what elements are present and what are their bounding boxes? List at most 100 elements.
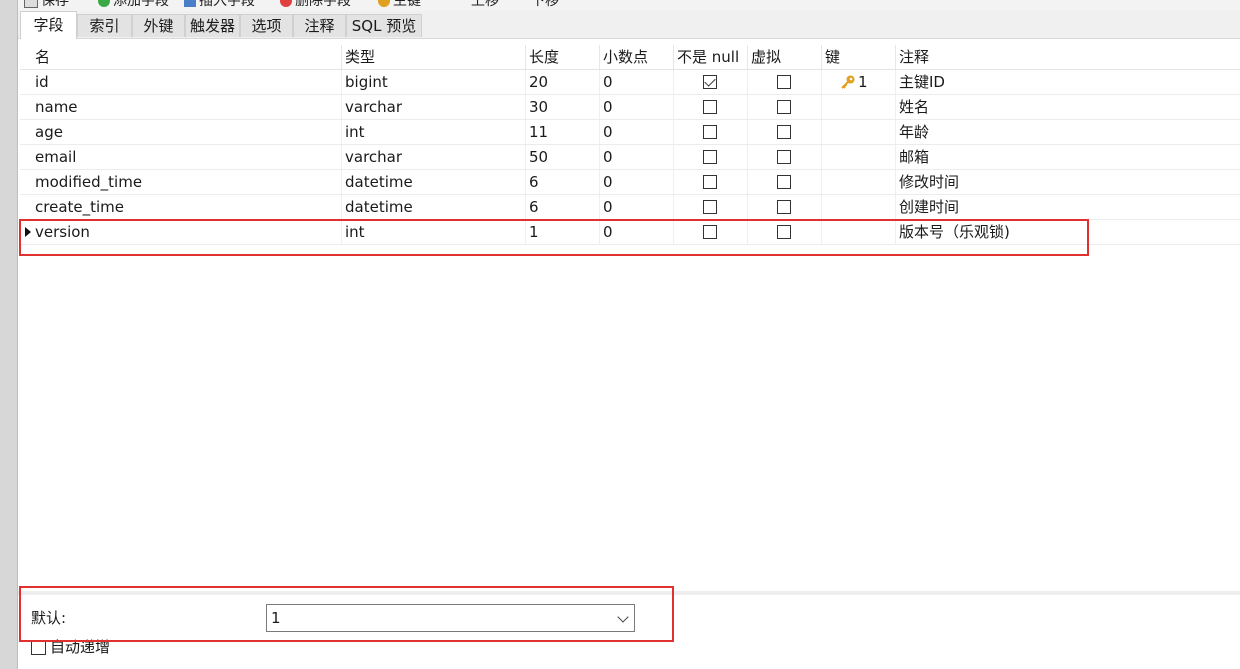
not-null-checkbox[interactable] <box>703 125 717 139</box>
cell-decimals[interactable]: 0 <box>600 220 674 244</box>
cell-key[interactable] <box>822 170 896 194</box>
tab-fields[interactable]: 字段 <box>20 11 77 39</box>
move-down-button[interactable]: 下移 <box>516 0 559 11</box>
cell-comment[interactable]: 年龄 <box>896 120 1240 144</box>
table-row[interactable]: version int 1 0 版本号（乐观锁) <box>20 220 1240 245</box>
cell-comment[interactable]: 姓名 <box>896 95 1240 119</box>
cell-type[interactable]: int <box>342 220 526 244</box>
cell-decimals[interactable]: 0 <box>600 95 674 119</box>
not-null-checkbox[interactable] <box>703 200 717 214</box>
cell-name[interactable]: age <box>32 120 342 144</box>
cell-length[interactable]: 6 <box>526 170 600 194</box>
table-row[interactable]: email varchar 50 0 邮箱 <box>20 145 1240 170</box>
cell-decimals[interactable]: 0 <box>600 70 674 94</box>
cell-length[interactable]: 20 <box>526 70 600 94</box>
cell-name[interactable]: email <box>32 145 342 169</box>
virtual-checkbox[interactable] <box>777 150 791 164</box>
key-icon <box>841 75 855 89</box>
column-header-virtual[interactable]: 虚拟 <box>748 45 822 69</box>
virtual-checkbox[interactable] <box>777 100 791 114</box>
tab-triggers[interactable]: 触发器 <box>185 14 240 37</box>
table-row[interactable]: age int 11 0 年龄 <box>20 120 1240 145</box>
table-row[interactable]: create_time datetime 6 0 创建时间 <box>20 195 1240 220</box>
cell-virtual <box>748 145 822 169</box>
table-row[interactable]: modified_time datetime 6 0 修改时间 <box>20 170 1240 195</box>
tab-options[interactable]: 选项 <box>240 14 293 37</box>
cell-virtual <box>748 120 822 144</box>
cell-length[interactable]: 11 <box>526 120 600 144</box>
cell-type[interactable]: bigint <box>342 70 526 94</box>
cell-type[interactable]: datetime <box>342 195 526 219</box>
cell-name[interactable]: name <box>32 95 342 119</box>
move-up-button[interactable]: 上移 <box>456 0 499 11</box>
cell-type[interactable]: varchar <box>342 95 526 119</box>
not-null-checkbox[interactable] <box>703 150 717 164</box>
delete-field-button[interactable]: 删除字段 <box>280 0 351 11</box>
tab-indexes[interactable]: 索引 <box>77 14 132 37</box>
column-header-not-null[interactable]: 不是 null <box>674 45 748 69</box>
cell-virtual <box>748 170 822 194</box>
cell-name[interactable]: version <box>32 220 342 244</box>
cell-type[interactable]: int <box>342 120 526 144</box>
chevron-down-icon[interactable] <box>617 611 629 623</box>
cell-comment[interactable]: 版本号（乐观锁) <box>896 220 1240 244</box>
save-button[interactable]: 保存 <box>24 0 69 11</box>
cell-comment[interactable]: 创建时间 <box>896 195 1240 219</box>
table-row[interactable]: id bigint 20 0 1 主键ID <box>20 70 1240 95</box>
column-header-type[interactable]: 类型 <box>342 45 526 69</box>
tab-foreign-keys[interactable]: 外键 <box>132 14 185 37</box>
virtual-checkbox[interactable] <box>777 125 791 139</box>
column-header-key[interactable]: 键 <box>822 45 896 69</box>
cell-name[interactable]: id <box>32 70 342 94</box>
cell-key[interactable] <box>822 95 896 119</box>
primary-key-button[interactable]: 主键 <box>378 0 421 11</box>
cell-not-null <box>674 95 748 119</box>
cell-not-null <box>674 120 748 144</box>
cell-length[interactable]: 6 <box>526 195 600 219</box>
column-header-comment[interactable]: 注释 <box>896 45 1240 69</box>
cell-key[interactable] <box>822 120 896 144</box>
column-header-name[interactable]: 名 <box>32 45 342 69</box>
cell-decimals[interactable]: 0 <box>600 145 674 169</box>
virtual-checkbox[interactable] <box>777 200 791 214</box>
cell-length[interactable]: 50 <box>526 145 600 169</box>
cell-decimals[interactable]: 0 <box>600 195 674 219</box>
cell-length[interactable]: 1 <box>526 220 600 244</box>
column-header-length[interactable]: 长度 <box>526 45 600 69</box>
default-value-dropdown[interactable]: 1 <box>266 604 635 632</box>
arrow-up-icon <box>456 0 468 7</box>
cell-name[interactable]: modified_time <box>32 170 342 194</box>
virtual-checkbox[interactable] <box>777 175 791 189</box>
cell-comment[interactable]: 修改时间 <box>896 170 1240 194</box>
virtual-checkbox[interactable] <box>777 75 791 89</box>
not-null-checkbox[interactable] <box>703 75 717 89</box>
auto-increment-option[interactable]: 自动递增 <box>31 637 110 657</box>
cell-comment[interactable]: 邮箱 <box>896 145 1240 169</box>
tab-comment[interactable]: 注释 <box>293 14 346 37</box>
cell-virtual <box>748 95 822 119</box>
cell-type[interactable]: varchar <box>342 145 526 169</box>
cell-key[interactable] <box>822 145 896 169</box>
cell-name[interactable]: create_time <box>32 195 342 219</box>
cell-type[interactable]: datetime <box>342 170 526 194</box>
not-null-checkbox[interactable] <box>703 100 717 114</box>
auto-increment-checkbox[interactable] <box>31 639 46 655</box>
insert-field-button[interactable]: 插入字段 <box>184 0 255 11</box>
tab-sql-preview[interactable]: SQL 预览 <box>346 14 422 37</box>
cell-decimals[interactable]: 0 <box>600 170 674 194</box>
cell-decimals[interactable]: 0 <box>600 120 674 144</box>
cell-length[interactable]: 30 <box>526 95 600 119</box>
cell-comment[interactable]: 主键ID <box>896 70 1240 94</box>
not-null-checkbox[interactable] <box>703 175 717 189</box>
cell-key[interactable] <box>822 220 896 244</box>
add-field-button[interactable]: 添加字段 <box>98 0 169 11</box>
cell-key[interactable]: 1 <box>822 70 896 94</box>
virtual-checkbox[interactable] <box>777 225 791 239</box>
cell-virtual <box>748 220 822 244</box>
column-header-decimals[interactable]: 小数点 <box>600 45 674 69</box>
cell-key[interactable] <box>822 195 896 219</box>
key-icon <box>378 0 390 7</box>
left-gutter <box>0 0 18 669</box>
table-row[interactable]: name varchar 30 0 姓名 <box>20 95 1240 120</box>
not-null-checkbox[interactable] <box>703 225 717 239</box>
